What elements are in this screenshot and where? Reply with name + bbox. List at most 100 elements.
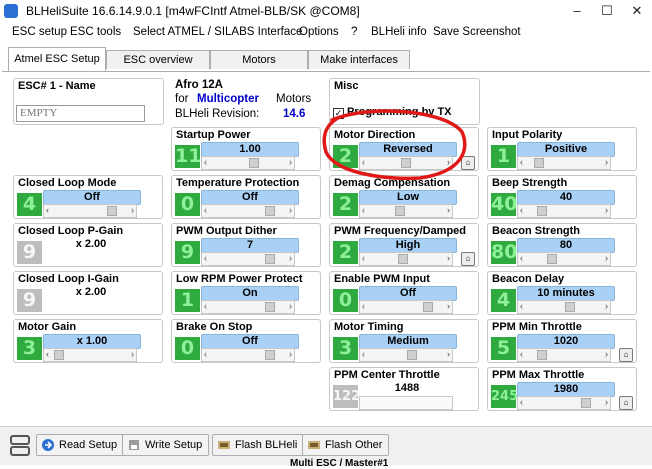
chevron-left-icon[interactable]: ‹: [204, 156, 207, 168]
chevron-right-icon[interactable]: ›: [605, 252, 608, 264]
motor-timing-slider[interactable]: ‹ ›: [359, 348, 453, 362]
reset-icon[interactable]: ⌂: [461, 252, 475, 266]
maximize-button[interactable]: ☐: [592, 0, 622, 22]
chevron-right-icon[interactable]: ›: [605, 396, 608, 408]
tab-esc-overview[interactable]: ESC overview: [106, 50, 210, 69]
temperature-protection-slider[interactable]: ‹ ›: [201, 204, 295, 218]
pwm-output-dither-slider-thumb[interactable]: [264, 254, 275, 264]
minimize-button[interactable]: –: [562, 0, 592, 22]
chevron-left-icon[interactable]: ‹: [46, 204, 49, 216]
startup-power-slider[interactable]: ‹ ›: [201, 156, 295, 170]
enable-pwm-input-slider-thumb[interactable]: [422, 302, 433, 312]
chevron-left-icon[interactable]: ‹: [520, 156, 523, 168]
write-setup-button[interactable]: Write Setup: [122, 434, 210, 456]
reset-icon[interactable]: ⌂: [619, 348, 633, 362]
chevron-right-icon[interactable]: ›: [605, 204, 608, 216]
chevron-right-icon[interactable]: ›: [605, 156, 608, 168]
close-button[interactable]: ✕: [622, 0, 652, 22]
chevron-right-icon[interactable]: ›: [605, 348, 608, 360]
chevron-left-icon[interactable]: ‹: [362, 156, 365, 168]
menu-select-interface[interactable]: Select ATMEL / SILABS Interface: [133, 26, 302, 38]
collapse-icon[interactable]: [10, 446, 30, 456]
chevron-right-icon[interactable]: ›: [289, 252, 292, 264]
ppm-max-throttle-slider-thumb[interactable]: [580, 398, 591, 408]
chevron-right-icon[interactable]: ›: [605, 300, 608, 312]
chevron-right-icon[interactable]: ›: [447, 300, 450, 312]
demag-compensation-slider[interactable]: ‹ ›: [359, 204, 453, 218]
pwm-frequency-damped-slider[interactable]: ‹ ›: [359, 252, 453, 266]
motor-timing-slider-thumb[interactable]: [407, 350, 418, 360]
motor-gain-slider[interactable]: ‹ ›: [43, 348, 137, 362]
chevron-left-icon[interactable]: ‹: [46, 348, 49, 360]
chevron-left-icon[interactable]: ‹: [362, 204, 365, 216]
menu-help[interactable]: ?: [351, 26, 357, 38]
brake-on-stop-slider[interactable]: ‹ ›: [201, 348, 295, 362]
chevron-left-icon[interactable]: ‹: [204, 204, 207, 216]
input-polarity-slider[interactable]: ‹ ›: [517, 156, 611, 170]
ppm-center-throttle-slider[interactable]: [359, 396, 453, 410]
reset-icon[interactable]: ⌂: [461, 156, 475, 170]
chevron-left-icon[interactable]: ‹: [520, 252, 523, 264]
menu-esc-tools[interactable]: ESC tools: [70, 26, 121, 38]
chevron-left-icon[interactable]: ‹: [520, 396, 523, 408]
enable-pwm-input-slider[interactable]: ‹ ›: [359, 300, 453, 314]
chevron-right-icon[interactable]: ›: [289, 156, 292, 168]
expand-icon[interactable]: [10, 435, 30, 445]
low-rpm-power-protect-slider-thumb[interactable]: [264, 302, 275, 312]
pwm-frequency-damped-slider-thumb[interactable]: [397, 254, 408, 264]
chevron-right-icon[interactable]: ›: [289, 348, 292, 360]
beacon-strength-slider-thumb[interactable]: [546, 254, 557, 264]
tab-make-interfaces[interactable]: Make interfaces: [308, 50, 410, 69]
chevron-right-icon[interactable]: ›: [289, 300, 292, 312]
chevron-left-icon[interactable]: ‹: [204, 300, 207, 312]
motor-direction-slider-thumb[interactable]: [401, 158, 411, 168]
low-rpm-power-protect-slider[interactable]: ‹ ›: [201, 300, 295, 314]
tab-motors[interactable]: Motors: [210, 50, 308, 69]
beep-strength-slider-thumb[interactable]: [537, 206, 548, 216]
chevron-left-icon[interactable]: ‹: [362, 300, 365, 312]
beep-strength-slider[interactable]: ‹ ›: [517, 204, 611, 218]
chevron-right-icon[interactable]: ›: [447, 204, 450, 216]
chevron-left-icon[interactable]: ‹: [520, 204, 523, 216]
beacon-strength-slider[interactable]: ‹ ›: [517, 252, 611, 266]
flash-blheli-button[interactable]: Flash BLHeli: [212, 434, 305, 456]
chevron-left-icon[interactable]: ‹: [204, 252, 207, 264]
ppm-max-throttle-slider[interactable]: ‹ ›: [517, 396, 611, 410]
chevron-right-icon[interactable]: ›: [447, 156, 450, 168]
brake-on-stop-slider-thumb[interactable]: [264, 350, 275, 360]
programming-by-tx-checkbox[interactable]: ✓: [333, 108, 344, 119]
menu-blheli-info[interactable]: BLHeli info: [371, 26, 427, 38]
demag-compensation-slider-thumb[interactable]: [394, 206, 405, 216]
pwm-output-dither-slider[interactable]: ‹ ›: [201, 252, 295, 266]
menu-esc-setup[interactable]: ESC setup: [12, 26, 67, 38]
menu-save-screenshot[interactable]: Save Screenshot: [433, 26, 521, 38]
chevron-right-icon[interactable]: ›: [131, 204, 134, 216]
startup-power-slider-thumb[interactable]: [249, 158, 260, 168]
input-polarity-slider-thumb[interactable]: [534, 158, 545, 168]
chevron-left-icon[interactable]: ‹: [520, 348, 523, 360]
chevron-left-icon[interactable]: ‹: [362, 348, 365, 360]
motor-direction-slider[interactable]: ‹ ›: [359, 156, 453, 170]
chevron-right-icon[interactable]: ›: [447, 252, 450, 264]
chevron-left-icon[interactable]: ‹: [520, 300, 523, 312]
chevron-right-icon[interactable]: ›: [131, 348, 134, 360]
read-setup-button[interactable]: Read Setup: [36, 434, 125, 456]
ppm-min-throttle-slider-thumb[interactable]: [537, 350, 548, 360]
chevron-left-icon[interactable]: ‹: [204, 348, 207, 360]
ppm-min-throttle-slider[interactable]: ‹ ›: [517, 348, 611, 362]
reset-icon[interactable]: ⌂: [619, 396, 633, 410]
closed-loop-mode-slider-thumb[interactable]: [106, 206, 117, 216]
flash-other-button[interactable]: Flash Other: [302, 434, 390, 456]
beacon-delay-slider-thumb[interactable]: [565, 302, 576, 312]
motor-gain-slider-thumb[interactable]: [54, 350, 64, 360]
tab-atmel-esc-setup[interactable]: Atmel ESC Setup: [8, 47, 106, 71]
temperature-protection-slider-thumb[interactable]: [264, 206, 275, 216]
chevron-right-icon[interactable]: ›: [289, 204, 292, 216]
menu-options[interactable]: Options: [299, 26, 339, 38]
esc-name-input[interactable]: EMPTY: [16, 105, 145, 122]
input-polarity-label: Input Polarity: [492, 129, 563, 141]
chevron-left-icon[interactable]: ‹: [362, 252, 365, 264]
chevron-right-icon[interactable]: ›: [447, 348, 450, 360]
closed-loop-mode-slider[interactable]: ‹ ›: [43, 204, 137, 218]
beacon-delay-slider[interactable]: ‹ ›: [517, 300, 611, 314]
